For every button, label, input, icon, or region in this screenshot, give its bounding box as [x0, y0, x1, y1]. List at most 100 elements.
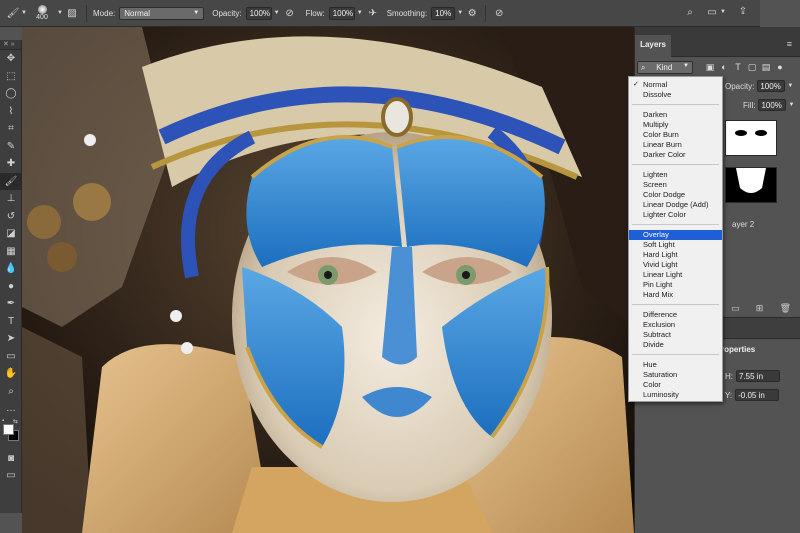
shape-filter-icon[interactable]: ▢ [745, 62, 759, 73]
path-select-icon[interactable]: ➤ [0, 330, 22, 348]
blend-mode-item[interactable]: Difference [629, 310, 722, 320]
adjustment-filter-icon[interactable]: ◐ [717, 62, 731, 72]
crop-icon[interactable]: ⌗ [0, 120, 22, 138]
zoom-icon[interactable]: ⌕ [0, 383, 22, 401]
trash-icon[interactable]: 🗑 [780, 303, 791, 314]
blend-mode-item[interactable]: Saturation [629, 370, 722, 380]
rectangle-icon[interactable]: ▭ [0, 348, 22, 366]
pixel-filter-icon[interactable]: ▣ [703, 62, 717, 73]
pen-icon[interactable]: ✒ [0, 295, 22, 313]
blend-mode-item[interactable]: Color [629, 380, 722, 390]
chevron-down-icon[interactable]: ▼ [720, 9, 726, 15]
menu-divider [632, 304, 719, 306]
tab-layers[interactable]: Layers [635, 35, 671, 57]
brush-tool-preset-icon[interactable]: 🖌 [6, 8, 20, 19]
workspace-icon[interactable]: ▭ [706, 7, 718, 18]
blend-mode-item[interactable]: Subtract [629, 330, 722, 340]
blend-mode-item[interactable]: Linear Light [629, 270, 722, 280]
filter-toggle-icon[interactable]: ● [773, 62, 787, 72]
chevron-down-icon[interactable]: ▼ [355, 10, 365, 16]
blend-mode-item[interactable]: Exclusion [629, 320, 722, 330]
share-icon[interactable]: ⇪ [737, 6, 749, 17]
more-tools-icon[interactable]: … [0, 400, 22, 418]
quick-mask-icon[interactable]: ◙ [0, 450, 22, 468]
airbrush-icon[interactable]: ✈ [365, 8, 381, 19]
layer-filter-row: ⌕ Kind ▼ ▣ ◐ T ▢ ▤ ● [637, 59, 797, 75]
blend-mode-item[interactable]: Dissolve [629, 90, 722, 100]
smoothing-input[interactable]: 10% [431, 6, 456, 20]
y-input[interactable]: -0.05 in [735, 389, 780, 401]
layer-name[interactable]: ayer 2 [732, 220, 754, 229]
blend-mode-item[interactable]: Lighter Color [629, 210, 722, 220]
mode-select[interactable]: Normal ▼ [119, 6, 205, 20]
lasso-icon[interactable]: ◯ [0, 85, 22, 103]
quick-select-icon[interactable]: ⌇ [0, 103, 22, 121]
blur-icon[interactable]: 💧 [0, 260, 22, 278]
blend-mode-item[interactable]: Overlay [629, 229, 722, 240]
menu-divider [632, 164, 719, 166]
brush-settings-icon[interactable]: ▨ [64, 8, 80, 19]
blend-mode-item[interactable]: Linear Dodge (Add) [629, 200, 722, 210]
panel-menu-icon[interactable]: ≡ [787, 39, 792, 49]
blend-mode-item[interactable]: Hue [629, 360, 722, 370]
blend-mode-item[interactable]: Lighten [629, 170, 722, 180]
chevron-down-icon[interactable]: ▼ [272, 10, 282, 16]
screen-mode-icon[interactable]: ▭ [0, 467, 22, 485]
blend-mode-item[interactable]: Color Dodge [629, 190, 722, 200]
search-icon[interactable]: ⌕ [684, 7, 696, 18]
blend-mode-item[interactable]: Hard Light [629, 250, 722, 260]
type-icon[interactable]: T [0, 313, 22, 331]
chevron-down-icon[interactable]: ▼ [56, 10, 64, 16]
eraser-icon[interactable]: ◪ [0, 225, 22, 243]
layer-mask-thumbnail-2[interactable] [725, 167, 777, 203]
document-canvas[interactable] [22, 27, 634, 533]
blend-mode-item[interactable]: Soft Light [629, 240, 722, 250]
blend-mode-item[interactable]: Multiply [629, 120, 722, 130]
layer-opacity-input[interactable]: 100% [757, 80, 786, 92]
smart-object-filter-icon[interactable]: ▤ [759, 62, 773, 73]
history-brush-icon[interactable]: ↺ [0, 208, 22, 226]
healing-icon[interactable]: ✚ [0, 155, 22, 173]
kind-filter-select[interactable]: ⌕ Kind ▼ [637, 60, 693, 74]
blend-mode-item[interactable]: Screen [629, 180, 722, 190]
blend-mode-label: Screen [643, 179, 667, 189]
eyedropper-icon[interactable]: ✎ [0, 138, 22, 156]
chevron-down-icon[interactable]: ▼ [788, 102, 794, 108]
flow-input[interactable]: 100% [328, 6, 355, 20]
hand-icon[interactable]: ✋ [0, 365, 22, 383]
foreground-color-swatch[interactable] [3, 423, 14, 435]
move-icon[interactable]: ✥ [0, 50, 22, 68]
gradient-icon[interactable]: ▦ [0, 243, 22, 261]
blend-mode-item[interactable]: Color Burn [629, 130, 722, 140]
blend-mode-item[interactable]: Hard Mix [629, 290, 722, 300]
blend-mode-item[interactable]: Vivid Light [629, 260, 722, 270]
blend-mode-label: Dissolve [643, 90, 672, 100]
chevron-down-icon[interactable]: ▼ [20, 10, 28, 16]
layer-fill-input[interactable]: 100% [758, 99, 787, 111]
layer-mask-thumbnail[interactable] [725, 120, 777, 156]
tools-panel-header[interactable]: ✕ » [0, 40, 21, 50]
blend-mode-item[interactable]: ✓ Normal [629, 80, 722, 90]
stamp-icon[interactable]: ⊥ [0, 190, 22, 208]
chevron-down-icon: ▼ [193, 10, 200, 16]
marquee-icon[interactable]: ⬚ [0, 68, 22, 86]
chevron-down-icon[interactable]: ▼ [455, 10, 465, 16]
new-layer-icon[interactable]: ⊞ [756, 303, 764, 314]
blend-mode-item[interactable]: Darken [629, 110, 722, 120]
brush-icon[interactable]: 🖌 [0, 172, 22, 190]
height-input[interactable]: 7.55 in [736, 370, 780, 382]
blend-mode-item[interactable]: Divide [629, 340, 722, 350]
opacity-input[interactable]: 100% [245, 6, 272, 20]
chevron-down-icon[interactable]: ▼ [787, 83, 793, 89]
new-group-icon[interactable]: ▭ [731, 303, 740, 314]
blend-mode-item[interactable]: Linear Burn [629, 140, 722, 150]
pressure-size-icon[interactable]: ⊘ [492, 8, 506, 19]
blend-mode-item[interactable]: Luminosity [629, 390, 722, 400]
type-filter-icon[interactable]: T [731, 62, 745, 72]
pressure-opacity-icon[interactable]: ⊘ [282, 8, 298, 19]
gear-icon[interactable]: ⚙ [465, 8, 479, 19]
blend-mode-item[interactable]: Pin Light [629, 280, 722, 290]
blend-mode-item[interactable]: Darker Color [629, 150, 722, 160]
dodge-icon[interactable]: ● [0, 278, 22, 296]
brush-size-picker[interactable]: 400 [30, 4, 54, 22]
